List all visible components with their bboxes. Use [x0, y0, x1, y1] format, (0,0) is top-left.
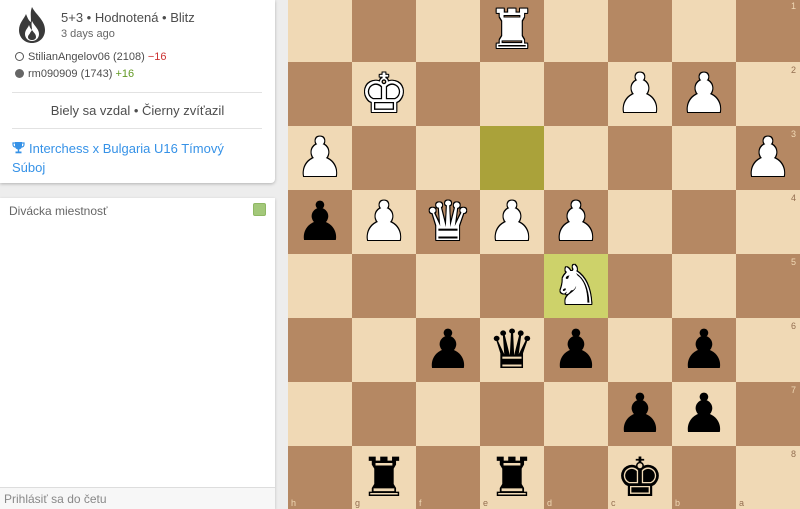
- file-label: b: [675, 498, 681, 508]
- square-b8[interactable]: [672, 446, 736, 509]
- square-c4[interactable]: [608, 190, 672, 254]
- square-b5[interactable]: [672, 254, 736, 318]
- white-pawn-piece[interactable]: ♟: [736, 126, 800, 190]
- file-label: f: [419, 498, 422, 508]
- white-knight-piece[interactable]: ♞: [544, 254, 608, 318]
- square-d3[interactable]: [544, 126, 608, 190]
- black-pawn-piece[interactable]: ♟: [288, 190, 352, 254]
- chat-toggle-checkbox[interactable]: [253, 203, 266, 216]
- square-g1[interactable]: [352, 0, 416, 62]
- tournament-link[interactable]: Interchess x Bulgaria U16 Tímový Súboj: [12, 139, 257, 177]
- trophy-icon: [12, 142, 25, 154]
- file-label: h: [291, 498, 297, 508]
- white-queen-piece[interactable]: ♛: [416, 190, 480, 254]
- black-pawn-piece[interactable]: ♟: [608, 382, 672, 446]
- square-g7[interactable]: [352, 382, 416, 446]
- square-b4[interactable]: [672, 190, 736, 254]
- rank-label: 1: [791, 1, 797, 11]
- square-f5[interactable]: [416, 254, 480, 318]
- rank-label: 8: [791, 449, 797, 459]
- black-rook-piece[interactable]: ♜: [352, 446, 416, 509]
- white-pawn-piece[interactable]: ♟: [288, 126, 352, 190]
- player-white-name[interactable]: StilianAngelov06: [28, 51, 110, 63]
- square-d1[interactable]: [544, 0, 608, 62]
- square-h5[interactable]: [288, 254, 352, 318]
- chat-input[interactable]: [0, 488, 275, 509]
- game-info-panel: 5+3 • Hodnotená • Blitz 3 days ago Stili…: [0, 0, 275, 183]
- rank-label: 4: [791, 193, 797, 203]
- black-pawn-piece[interactable]: ♟: [416, 318, 480, 382]
- chat-title: Divácka miestnosť: [9, 204, 108, 218]
- black-pawn-piece[interactable]: ♟: [672, 382, 736, 446]
- tournament-name: Interchess x Bulgaria U16 Tímový Súboj: [12, 141, 224, 175]
- square-c1[interactable]: [608, 0, 672, 62]
- black-pawn-piece[interactable]: ♟: [672, 318, 736, 382]
- chat-panel: Divácka miestnosť: [0, 198, 275, 509]
- chess-board[interactable]: 1 2 3 4 5 6 7 h g f e d c b 8 a ♜ ♚ ♟ ♟ ♟ ♟ ♟ ♟ ♛ ♟ ♟ ♞ ♟ ♛ ♟ ♟ ♟ ♟ ♜ ♜ ♚: [288, 0, 800, 509]
- rank-label: 6: [791, 321, 797, 331]
- square-d7[interactable]: [544, 382, 608, 446]
- square-c5[interactable]: [608, 254, 672, 318]
- game-timestamp[interactable]: 3 days ago: [61, 28, 115, 40]
- player-white-rating: (2108): [113, 51, 145, 63]
- square-h8[interactable]: [288, 446, 352, 509]
- divider: [12, 92, 262, 93]
- square-b3[interactable]: [672, 126, 736, 190]
- player-white-rating-diff: −16: [147, 51, 167, 63]
- white-pawn-piece[interactable]: ♟: [352, 190, 416, 254]
- square-c3[interactable]: [608, 126, 672, 190]
- white-king-piece[interactable]: ♚: [352, 62, 416, 126]
- black-king-piece[interactable]: ♚: [608, 446, 672, 509]
- player-black-rating: (1743): [80, 68, 113, 80]
- divider: [12, 128, 262, 129]
- white-pawn-piece[interactable]: ♟: [480, 190, 544, 254]
- square-c6[interactable]: [608, 318, 672, 382]
- white-side-icon: [15, 52, 24, 61]
- square-g3[interactable]: [352, 126, 416, 190]
- file-label: a: [739, 498, 745, 508]
- square-f2[interactable]: [416, 62, 480, 126]
- square-e7[interactable]: [480, 382, 544, 446]
- player-black-name[interactable]: rm090909: [28, 68, 78, 80]
- square-d2[interactable]: [544, 62, 608, 126]
- white-rook-piece[interactable]: ♜: [480, 0, 544, 62]
- square-b1[interactable]: [672, 0, 736, 62]
- game-type-label: 5+3 • Hodnotená • Blitz: [61, 10, 195, 25]
- black-rook-piece[interactable]: ♜: [480, 446, 544, 509]
- square-h2[interactable]: [288, 62, 352, 126]
- rank-label: 7: [791, 385, 797, 395]
- square-g6[interactable]: [352, 318, 416, 382]
- square-e5[interactable]: [480, 254, 544, 318]
- square-f1[interactable]: [416, 0, 480, 62]
- white-pawn-piece[interactable]: ♟: [544, 190, 608, 254]
- player-white: StilianAngelov06 (2108) −16: [15, 51, 167, 63]
- player-black: rm090909 (1743) +16: [15, 68, 134, 80]
- player-black-rating-diff: +16: [115, 68, 135, 80]
- black-queen-piece[interactable]: ♛: [480, 318, 544, 382]
- white-pawn-piece[interactable]: ♟: [608, 62, 672, 126]
- black-pawn-piece[interactable]: ♟: [544, 318, 608, 382]
- file-label: d: [547, 498, 553, 508]
- square-h1[interactable]: [288, 0, 352, 62]
- square-h7[interactable]: [288, 382, 352, 446]
- rank-label: 5: [791, 257, 797, 267]
- square-d8[interactable]: [544, 446, 608, 509]
- square-h6[interactable]: [288, 318, 352, 382]
- square-e2[interactable]: [480, 62, 544, 126]
- square-f7[interactable]: [416, 382, 480, 446]
- square-f3[interactable]: [416, 126, 480, 190]
- blitz-flame-icon: [19, 7, 45, 43]
- square-e3[interactable]: [480, 126, 544, 190]
- black-side-icon: [15, 69, 24, 78]
- rank-label: 2: [791, 65, 797, 75]
- chat-input-container: [0, 487, 275, 509]
- square-f8[interactable]: [416, 446, 480, 509]
- square-g5[interactable]: [352, 254, 416, 318]
- white-pawn-piece[interactable]: ♟: [672, 62, 736, 126]
- game-result: Biely sa vzdal • Čierny zvíťazil: [50, 103, 225, 118]
